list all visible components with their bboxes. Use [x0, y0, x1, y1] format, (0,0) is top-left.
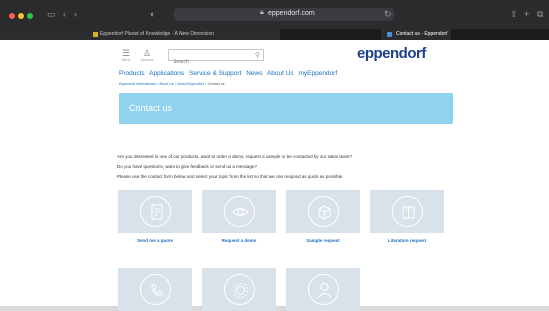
card-label[interactable]: Literature request	[370, 238, 444, 243]
document-icon	[140, 196, 171, 227]
card-send-quote[interactable]	[118, 190, 192, 233]
zoom-window-button[interactable]	[27, 13, 33, 19]
account-label: Account	[140, 58, 154, 62]
search-field[interactable]: ⚲	[168, 49, 264, 67]
card-request-demo[interactable]	[202, 190, 276, 233]
breadcrumb-item[interactable]: Eppendorf International	[119, 82, 155, 86]
breadcrumb-separator: >	[204, 82, 207, 86]
menu-button[interactable]: ☰ Menu	[119, 48, 133, 62]
new-tab-icon[interactable]: +	[524, 9, 529, 19]
tab-title: Contact us - Eppendorf	[396, 31, 448, 37]
address-bar[interactable]: 🔒︎ eppendorf.com	[174, 8, 394, 21]
nav-item-service-support[interactable]: Service & Support	[189, 70, 241, 77]
privacy-shield-icon[interactable]: ◐	[150, 9, 155, 19]
page-title: Contact us	[129, 103, 173, 113]
favicon-icon	[387, 32, 392, 37]
card-service[interactable]	[202, 268, 276, 311]
web-page: ☰ Menu ♙ Account ⚲ eppendorf Products Ap…	[108, 40, 453, 311]
hamburger-icon: ☰	[121, 48, 131, 58]
tab-overview-icon[interactable]: ⧉	[537, 9, 543, 19]
nav-item-about-us[interactable]: About Us	[267, 70, 294, 77]
intro-text: Are you interested in one of our product…	[117, 154, 352, 159]
search-icon[interactable]: ⚲	[255, 51, 260, 59]
eppendorf-logo[interactable]: eppendorf	[357, 45, 426, 62]
eye-icon	[224, 196, 255, 227]
close-window-button[interactable]	[9, 13, 15, 19]
reload-icon[interactable]: ↻	[384, 9, 392, 19]
intro-text: Do you have questions, want to give feed…	[117, 164, 257, 169]
page-banner: Contact us	[119, 93, 453, 124]
browser-window: ▭ ‹ › ◐ 🔒︎ eppendorf.com ↻ ⇪ + ⧉ Eppendo…	[0, 0, 549, 311]
nav-item-myeppendorf[interactable]: myEppendorf	[298, 70, 337, 77]
book-icon	[392, 196, 423, 227]
nav-item-applications[interactable]: Applications	[149, 70, 184, 77]
forward-icon[interactable]: ›	[74, 9, 77, 19]
browser-toolbar: ▭ ‹ › ◐ 🔒︎ eppendorf.com ↻ ⇪ + ⧉	[0, 0, 549, 29]
card-contact-phone[interactable]	[118, 268, 192, 311]
search-input[interactable]	[169, 57, 249, 67]
breadcrumb-item[interactable]: About Us	[159, 82, 173, 86]
user-icon: ♙	[142, 48, 152, 58]
breadcrumb: Eppendorf International > About Us > Abo…	[119, 82, 224, 86]
box-icon	[308, 196, 339, 227]
breadcrumb-current: Contact us	[207, 82, 225, 86]
minimize-window-button[interactable]	[18, 13, 24, 19]
phone-icon	[140, 274, 171, 305]
service-gear-icon	[224, 274, 255, 305]
tab-title: Eppendorf Planet of Knowledge - A New Di…	[100, 31, 214, 37]
back-icon[interactable]: ‹	[63, 9, 66, 19]
card-literature-request[interactable]	[370, 190, 444, 233]
breadcrumb-item[interactable]: About Eppendorf	[177, 82, 203, 86]
tab-planet-of-knowledge[interactable]: Eppendorf Planet of Knowledge - A New Di…	[0, 29, 280, 40]
tab-bar: Eppendorf Planet of Knowledge - A New Di…	[0, 29, 549, 40]
nav-item-news[interactable]: News	[246, 70, 262, 77]
person-icon	[308, 274, 339, 305]
card-sample-request[interactable]	[286, 190, 360, 233]
tab-contact-us[interactable]: Contact us - Eppendorf	[381, 29, 451, 40]
intro-text: Please use the contact form below and se…	[117, 174, 344, 179]
address-url: eppendorf.com	[268, 10, 315, 17]
nav-item-products[interactable]: Products	[119, 70, 145, 77]
card-label[interactable]: Request a demo	[202, 238, 276, 243]
sidebar-icon[interactable]: ▭	[47, 9, 56, 19]
menu-label: Menu	[121, 58, 131, 62]
card-label[interactable]: Send me a quote	[118, 238, 192, 243]
main-navigation: Products Applications Service & Support …	[119, 70, 340, 77]
share-icon[interactable]: ⇪	[510, 9, 518, 19]
card-personal-contact[interactable]	[286, 268, 360, 311]
account-button[interactable]: ♙ Account	[140, 48, 154, 62]
favicon-icon	[93, 32, 98, 37]
card-label[interactable]: Sample request	[286, 238, 360, 243]
lock-icon: 🔒︎	[260, 9, 264, 16]
